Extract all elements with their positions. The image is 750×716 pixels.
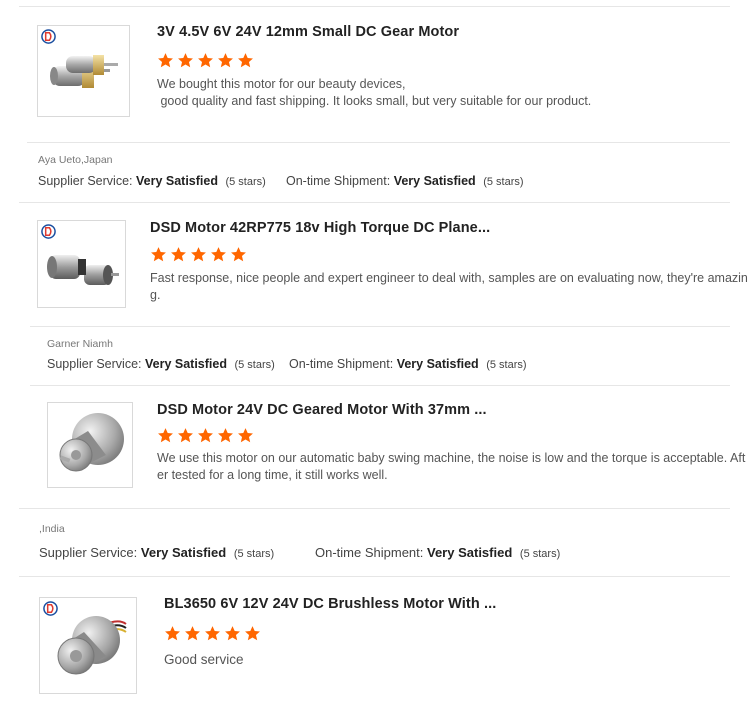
star-rating	[164, 625, 261, 642]
product-thumbnail[interactable]	[37, 220, 126, 308]
product-title-link[interactable]: DSD Motor 42RP775 18v High Torque DC Pla…	[150, 220, 490, 236]
review-text-line: We bought this motor for our beauty devi…	[157, 77, 406, 91]
product-thumbnail[interactable]	[37, 25, 130, 117]
shipment-count: (5 stars)	[519, 548, 561, 560]
star-icon	[191, 247, 206, 262]
star-icon	[245, 626, 260, 641]
supplier-service-value: Very Satisfied	[140, 545, 227, 560]
shipment-count: (5 stars)	[486, 359, 527, 371]
product-thumbnail[interactable]	[47, 402, 133, 488]
star-icon	[218, 53, 233, 68]
shipment-count: (5 stars)	[483, 176, 524, 188]
reviewer-name: Aya Ueto,Japan	[38, 154, 113, 166]
divider	[19, 508, 730, 509]
review-card: BL3650 6V 12V 24V DC Brushless Motor Wit…	[0, 576, 750, 716]
shipment-rating: On-time Shipment: Very Satisfied (5 star…	[289, 357, 527, 371]
supplier-service-count: (5 stars)	[233, 548, 275, 560]
star-icon	[178, 428, 193, 443]
shipment-value: Very Satisfied	[427, 545, 513, 560]
supplier-service-label: Supplier Service:	[47, 357, 142, 371]
star-icon	[205, 626, 220, 641]
review-text-line: g.	[150, 288, 161, 302]
shipment-value: Very Satisfied	[393, 174, 476, 188]
geared-motor-37mm-image	[59, 413, 124, 472]
star-icon	[231, 247, 246, 262]
shipment-label: On-time Shipment:	[286, 174, 391, 188]
planetary-gear-motor-image	[47, 255, 119, 285]
star-icon	[185, 626, 200, 641]
supplier-service-count: (5 stars)	[225, 176, 266, 188]
shipment-value: Very Satisfied	[396, 357, 479, 371]
product-title-link[interactable]: DSD Motor 24V DC Geared Motor With 37mm …	[157, 402, 487, 418]
supplier-service-value: Very Satisfied	[135, 174, 218, 188]
review-card: DSD Motor 42RP775 18v High Torque DC Pla…	[0, 202, 750, 326]
review-card: 3V 4.5V 6V 24V 12mm Small DC Gear Motor …	[0, 0, 750, 142]
product-title-link[interactable]: 3V 4.5V 6V 24V 12mm Small DC Gear Motor	[157, 24, 459, 40]
star-icon	[178, 53, 193, 68]
star-rating	[150, 246, 247, 263]
star-icon	[238, 53, 253, 68]
shipment-label: On-time Shipment:	[315, 545, 424, 560]
review-text: We use this motor on our automatic baby …	[157, 450, 746, 484]
divider	[30, 326, 730, 327]
star-icon	[225, 626, 240, 641]
supplier-service-value: Very Satisfied	[144, 357, 227, 371]
star-icon	[158, 428, 173, 443]
star-icon	[211, 247, 226, 262]
star-icon	[198, 428, 213, 443]
shipment-label: On-time Shipment:	[289, 357, 394, 371]
star-icon	[151, 247, 166, 262]
supplier-service-label: Supplier Service:	[39, 545, 138, 560]
star-icon	[165, 626, 180, 641]
shipment-rating: On-time Shipment: Very Satisfied (5 star…	[286, 174, 524, 188]
mini-gear-motor-image	[50, 55, 118, 88]
supplier-service-count: (5 stars)	[234, 359, 275, 371]
reviewer-name: ,India	[39, 523, 65, 535]
review-text-line: good quality and fast shipping. It looks…	[157, 94, 592, 108]
review-text-line: er tested for a long time, it still work…	[157, 468, 388, 482]
review-text: We bought this motor for our beauty devi…	[157, 76, 717, 110]
star-icon	[198, 53, 213, 68]
review-text-line: We use this motor on our automatic baby …	[157, 451, 746, 465]
shipment-rating: On-time Shipment: Very Satisfied (5 star…	[315, 545, 560, 560]
review-text: Good service	[164, 652, 244, 667]
product-thumbnail[interactable]	[39, 597, 137, 694]
review-text: Fast response, nice people and expert en…	[150, 270, 748, 304]
review-card: DSD Motor 24V DC Geared Motor With 37mm …	[0, 385, 750, 508]
supplier-service-rating: Supplier Service: Very Satisfied (5 star…	[47, 357, 275, 371]
star-icon	[238, 428, 253, 443]
star-icon	[218, 428, 233, 443]
supplier-service-label: Supplier Service:	[38, 174, 133, 188]
supplier-service-rating: Supplier Service: Very Satisfied (5 star…	[38, 174, 266, 188]
review-text-line: Fast response, nice people and expert en…	[150, 271, 748, 285]
star-rating	[157, 427, 254, 444]
star-icon	[171, 247, 186, 262]
supplier-service-rating: Supplier Service: Very Satisfied (5 star…	[39, 545, 274, 560]
product-title-link[interactable]: BL3650 6V 12V 24V DC Brushless Motor Wit…	[164, 596, 496, 612]
reviewer-name: Garner Niamh	[47, 338, 113, 350]
star-icon	[158, 53, 173, 68]
star-rating	[157, 52, 254, 69]
brushless-motor-image	[57, 616, 127, 675]
divider	[27, 142, 730, 143]
